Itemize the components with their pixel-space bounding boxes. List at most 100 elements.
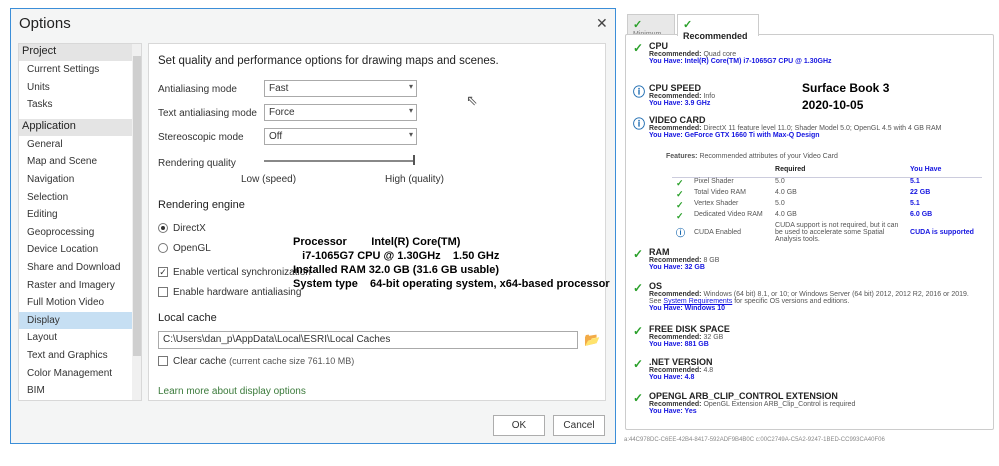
sidebar-item-full-motion-video[interactable]: Full Motion Video: [19, 294, 141, 312]
requirement-you-have: You Have: Windows 10: [649, 305, 726, 312]
feature-row: ✓ Pixel Shader 5.0 5.1: [672, 177, 982, 189]
sidebar-item-tasks[interactable]: Tasks: [19, 96, 141, 114]
requirement-recommended: Recommended: 32 GB: [649, 334, 724, 341]
check-icon: ✓: [633, 19, 643, 31]
requirement-item: ✓ FREE DISK SPACE Recommended: 32 GB You …: [633, 324, 730, 348]
sidebar-item-color-management[interactable]: Color Management: [19, 365, 141, 383]
requirement-recommended: Recommended: 4.8: [649, 367, 714, 374]
quality-high-label: High (quality): [385, 174, 444, 185]
requirement-item: ✓ RAM Recommended: 8 GB You Have: 32 GB: [633, 247, 719, 271]
folder-icon[interactable]: 📂: [584, 332, 600, 348]
requirement-title: VIDEO CARD: [649, 115, 706, 125]
directx-radio[interactable]: DirectX: [158, 223, 206, 234]
feature-row: ✓ Vertex Shader 5.0 5.1: [672, 200, 982, 211]
sidebar-item-layout[interactable]: Layout: [19, 329, 141, 347]
requirement-title: FREE DISK SPACE: [649, 324, 730, 334]
tab-minimum[interactable]: ✓ Minimum: [627, 14, 675, 38]
sidebar-item-device-location[interactable]: Device Location: [19, 241, 141, 259]
feature-row: ✓ Dedicated Video RAM 4.0 GB 6.0 GB: [672, 211, 982, 222]
features-table: Required You Have ✓ Pixel Shader 5.0 5.1 ✓ Tot…: [672, 166, 982, 243]
requirement-you-have: You Have: Yes: [649, 408, 697, 415]
display-panel: Set quality and performance options for …: [148, 43, 610, 401]
learn-more-link[interactable]: Learn more about display options: [158, 386, 306, 397]
check-icon: ✓: [633, 247, 644, 261]
options-dialog: Options ✕ Project Current Settings Units Ta…: [10, 8, 616, 444]
requirement-you-have: You Have: 4.8: [649, 374, 695, 381]
antialiasing-label: Antialiasing mode: [158, 84, 237, 95]
info-icon: ⓘ: [676, 227, 686, 238]
antialiasing-select[interactable]: Fast: [264, 80, 417, 97]
check-icon: ✓: [676, 210, 684, 221]
check-icon: ✓: [676, 188, 684, 199]
requirement-title: OS: [649, 281, 663, 291]
options-sidebar: Project Current Settings Units Tasks Applica…: [18, 43, 142, 401]
sidebar-item-navigation[interactable]: Navigation: [19, 171, 141, 189]
check-icon: ✓: [676, 199, 684, 210]
system-requirements-link[interactable]: System Requirements: [663, 298, 732, 305]
tab-recommended[interactable]: ✓ Recommended: [677, 14, 759, 41]
check-icon: ✓: [633, 281, 644, 295]
panel-heading: Set quality and performance options for …: [158, 55, 499, 67]
opengl-radio[interactable]: OpenGL: [158, 243, 211, 254]
rendering-engine-heading: Rendering engine: [158, 199, 245, 211]
dialog-title: Options: [19, 15, 71, 32]
cancel-button[interactable]: Cancel: [553, 415, 605, 436]
requirement-title: CPU: [649, 41, 669, 51]
check-icon: ✓: [676, 177, 684, 188]
cache-path-input[interactable]: C:\Users\dan_p\AppData\Local\ESRI\Local …: [158, 331, 578, 349]
feature-row: ⓘ CUDA Enabled CUDA support is not require…: [672, 222, 982, 243]
close-icon[interactable]: ✕: [596, 15, 608, 32]
requirement-item: ✓ CPU Recommended: Quad core You Have: In…: [633, 41, 832, 65]
sidebar-item-map-and-scene[interactable]: Map and Scene: [19, 153, 141, 171]
sidebar-item-units[interactable]: Units: [19, 79, 141, 97]
requirement-you-have: You Have: 881 GB: [649, 341, 709, 348]
sidebar-item-display[interactable]: Display: [19, 311, 141, 330]
requirement-title: RAM: [649, 247, 670, 257]
quality-low-label: Low (speed): [241, 174, 297, 185]
slider-thumb[interactable]: [413, 155, 415, 165]
check-icon: ✓: [633, 41, 644, 55]
cache-size: (current cache size 761.10 MB): [229, 356, 355, 366]
requirement-title: .NET VERSION: [649, 357, 713, 367]
mouse-cursor-icon: ⇖: [466, 92, 478, 108]
vsync-checkbox[interactable]: ✓ Enable vertical synchronization: [158, 267, 311, 278]
text-antialiasing-select[interactable]: Force: [264, 104, 417, 121]
requirement-recommended: Recommended: Quad core: [649, 51, 737, 58]
requirement-item: ✓ .NET VERSION Recommended: 4.8 You Have:…: [633, 357, 713, 381]
check-icon: ✓: [633, 391, 644, 405]
sidebar-item-editing[interactable]: Editing: [19, 206, 141, 224]
system-info-overlay: Processor Intel(R) Core(TM) i7-1065G7 CP…: [293, 236, 610, 290]
info-icon: ⓘ: [633, 117, 646, 131]
sidebar-item-share-and-download[interactable]: Share and Download: [19, 259, 141, 277]
features-caption: Features: Recommended attributes of your…: [666, 153, 838, 160]
rendering-quality-slider[interactable]: [264, 160, 414, 162]
sidebar-item-raster-and-imagery[interactable]: Raster and Imagery: [19, 277, 141, 295]
sidebar-group-header: Project: [19, 44, 141, 61]
sidebar-item-text-and-graphics[interactable]: Text and Graphics: [19, 347, 141, 365]
clear-cache-checkbox[interactable]: Clear cache (current cache size 761.10 M…: [158, 356, 354, 367]
ok-button[interactable]: OK: [493, 415, 545, 436]
sidebar-scrollbar[interactable]: [132, 44, 141, 400]
sidebar-item-current-settings[interactable]: Current Settings: [19, 61, 141, 79]
rendering-quality-label: Rendering quality: [158, 158, 236, 169]
text-antialiasing-label: Text antialiasing mode: [158, 108, 257, 119]
sidebar-item-bim[interactable]: BIM: [19, 382, 141, 400]
requirement-item: ✓ OPENGL ARB_CLIP_CONTROL EXTENSION Reco…: [633, 391, 855, 415]
requirement-item: ✓ OS Recommended: Windows (64 bit) 8.1, …: [633, 281, 969, 312]
hw-antialiasing-checkbox[interactable]: Enable hardware antialiasing: [158, 287, 301, 298]
requirement-recommended: Recommended: 8 GB: [649, 257, 720, 264]
sidebar-item-geoprocessing[interactable]: Geoprocessing: [19, 224, 141, 242]
requirement-recommended: Recommended: OpenGL Extension ARB_Clip_C…: [649, 401, 856, 408]
stereoscopic-select[interactable]: Off: [264, 128, 417, 145]
requirement-title: OPENGL ARB_CLIP_CONTROL EXTENSION: [649, 391, 838, 401]
stereoscopic-label: Stereoscopic mode: [158, 132, 244, 143]
requirement-recommended: Recommended: Windows (64 bit) 8.1, or 10…: [649, 291, 969, 298]
sidebar-item-selection[interactable]: Selection: [19, 189, 141, 207]
sidebar-item-cad[interactable]: CAD: [19, 400, 141, 401]
sidebar-item-general[interactable]: General: [19, 136, 141, 154]
info-icon: ⓘ: [633, 85, 646, 99]
device-label: Surface Book 3 2020-10-05: [802, 81, 890, 112]
check-icon: ✓: [633, 324, 644, 338]
check-icon: ✓: [633, 357, 644, 371]
requirement-item: ⓘ CPU SPEED Recommended: Info You Have: 3…: [633, 83, 715, 107]
